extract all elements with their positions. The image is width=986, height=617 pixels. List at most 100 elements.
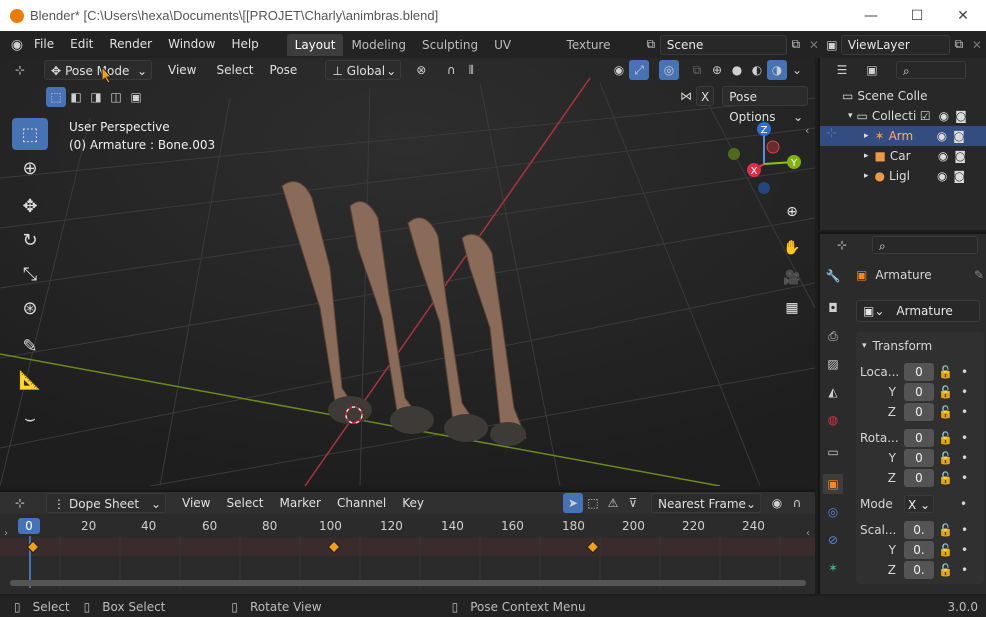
falloff-icon[interactable]: ∩ — [787, 493, 807, 513]
keyframe-dot-icon[interactable]: • — [961, 543, 968, 557]
scene-name-field[interactable]: Scene — [659, 34, 787, 55]
relax-tool-icon[interactable]: ⌣ — [12, 402, 48, 434]
scene-tab-icon[interactable]: ◭ — [823, 382, 843, 402]
select-intersect-icon[interactable]: ▣ — [126, 87, 146, 107]
snap-mode-dropdown[interactable]: Nearest Frame ⌄ — [651, 493, 761, 513]
select-box-tool-icon[interactable]: ⬚ — [12, 118, 48, 150]
scale-y-field[interactable]: 0. — [904, 541, 934, 559]
dope-sheet-mode-dropdown[interactable]: ⋮ Dope Sheet ⌄ — [46, 493, 166, 513]
render-tab-icon[interactable]: ◘ — [823, 298, 843, 318]
tab-layout[interactable]: Layout — [286, 33, 344, 56]
rotate-tool-icon[interactable]: ↻ — [12, 224, 48, 256]
maximize-button[interactable]: ☐ — [894, 0, 940, 31]
eye-icon[interactable]: ◉ — [938, 149, 948, 163]
sidebar-toggle-icon[interactable]: ‹ — [805, 124, 809, 137]
tool-tab-icon[interactable]: 🔧 — [823, 266, 843, 286]
tab-uv-editing[interactable]: UV Editing — [486, 34, 558, 74]
proportional-edit-icon[interactable]: ◉ — [767, 493, 787, 513]
keyframe-dot-icon[interactable]: • — [961, 365, 968, 379]
outliner-row[interactable]: ▭ Scene Colle — [820, 86, 986, 106]
keyframe-dot-icon[interactable]: • — [961, 405, 968, 419]
timeline-scrollbar[interactable] — [10, 580, 806, 586]
keyframe-dot-icon[interactable]: • — [961, 523, 968, 537]
ds-menu-channel[interactable]: Channel — [331, 493, 392, 513]
pin-icon[interactable]: ✎ — [974, 268, 984, 282]
snap-target-icon[interactable]: ⫴ — [461, 60, 481, 80]
eye-icon[interactable]: ◉ — [937, 169, 947, 183]
snap-icon[interactable]: ∩ — [441, 60, 461, 80]
location-y-field[interactable]: 0 — [904, 383, 934, 401]
pivot-point-icon[interactable]: ⊗ — [411, 60, 431, 80]
camera-render-icon[interactable]: ◙ — [954, 149, 966, 163]
keyframe-dot-icon[interactable]: • — [961, 451, 968, 465]
transform-tool-icon[interactable]: ⊛ — [12, 292, 48, 324]
ds-menu-select[interactable]: Select — [220, 493, 269, 513]
scale-z-field[interactable]: 0. — [904, 561, 934, 579]
show-hidden-icon[interactable]: ⬚ — [583, 493, 603, 513]
rotation-z-field[interactable]: 0 — [904, 469, 934, 487]
output-tab-icon[interactable]: ⎙ — [823, 326, 843, 346]
outliner-row[interactable]: ▸ ● Ligl ◉ ◙ — [820, 166, 986, 186]
lock-icon[interactable]: 🔓 — [938, 365, 953, 379]
lock-icon[interactable]: 🔓 — [938, 385, 953, 399]
new-viewlayer-icon[interactable]: ⧉ — [950, 35, 968, 55]
keyframe-dot-icon[interactable]: • — [961, 471, 968, 485]
delete-viewlayer-icon[interactable]: ✕ — [968, 35, 986, 55]
scale-x-field[interactable]: 0. — [904, 521, 934, 539]
select-invert-icon[interactable]: ◫ — [106, 87, 126, 107]
delete-scene-icon[interactable]: ✕ — [805, 35, 823, 55]
shading-wireframe-icon[interactable]: ⊕ — [707, 60, 727, 80]
ds-menu-key[interactable]: Key — [396, 493, 430, 513]
new-scene-icon[interactable]: ⧉ — [787, 35, 805, 55]
gizmo-neg-z-handle[interactable] — [758, 182, 770, 194]
eye-icon[interactable]: ◉ — [937, 129, 947, 143]
location-x-field[interactable]: 0 — [904, 363, 934, 381]
channel-region-toggle-icon[interactable]: › — [4, 528, 8, 539]
camera-view-icon[interactable]: 🎥 — [780, 266, 804, 290]
eye-icon[interactable]: ◉ — [939, 109, 949, 123]
only-selected-icon[interactable]: ➤ — [563, 493, 583, 513]
menu-help[interactable]: Help — [223, 31, 266, 58]
scene-selector-icon[interactable]: ⧉ — [642, 35, 660, 55]
tab-sculpting[interactable]: Sculpting — [414, 34, 486, 56]
location-z-field[interactable]: 0 — [904, 403, 934, 421]
menu-select[interactable]: Select — [210, 60, 259, 80]
viewlayer-selector-icon[interactable]: ▣ — [823, 35, 841, 55]
cursor-tool-icon[interactable]: ⊕ — [12, 152, 48, 184]
rotation-y-field[interactable]: 0 — [904, 449, 934, 467]
measure-tool-icon[interactable]: 📐 — [12, 364, 48, 396]
move-tool-icon[interactable]: ✥ — [12, 190, 48, 222]
menu-window[interactable]: Window — [160, 31, 223, 58]
camera-render-icon[interactable]: ◙ — [955, 109, 967, 123]
mode-dropdown[interactable]: ✥ Pose Mode ⌄ — [44, 60, 152, 80]
3d-viewport[interactable]: ⊹ ✥ Pose Mode ⌄ View Select Pose ⊥ Global … — [0, 58, 815, 486]
minimize-button[interactable]: — — [848, 0, 894, 31]
ds-menu-marker[interactable]: Marker — [274, 493, 327, 513]
tab-modeling[interactable]: Modeling — [343, 34, 414, 56]
select-subtract-icon[interactable]: ◨ — [86, 87, 106, 107]
pose-options-dropdown[interactable]: Pose Options ⌄ — [722, 86, 809, 124]
rotation-mode-dropdown[interactable]: X ⌄ — [904, 495, 934, 513]
menu-view[interactable]: View — [162, 60, 202, 80]
ortho-grid-icon[interactable]: ▦ — [780, 296, 804, 320]
display-mode-icon[interactable]: ▣ — [862, 60, 882, 80]
ds-sidebar-toggle-icon[interactable]: ‹ — [806, 528, 810, 539]
properties-editor[interactable]: ⊹ ⌕ 🔧 ◘ ⎙ ▨ ◭ ◍ ▭ ▣ ◎ ⊘ ✶ ▣ Armature ✎ ▣… — [818, 232, 986, 594]
lock-icon[interactable]: 🔓 — [938, 471, 953, 485]
ds-menu-view[interactable]: View — [176, 493, 216, 513]
x-mirror-button[interactable]: X — [696, 86, 715, 106]
transform-panel-header[interactable]: ▾ Transform — [856, 336, 984, 356]
blender-menu-icon[interactable]: ◉ — [8, 35, 26, 55]
dope-sheet-editor[interactable]: ⊹ ⋮ Dope Sheet ⌄ View Select Marker Chann… — [0, 490, 815, 594]
select-new-icon[interactable]: ⬚ — [46, 87, 66, 107]
outliner-search-field[interactable]: ⌕ — [896, 61, 966, 79]
zoom-icon[interactable]: ⊕ — [780, 200, 804, 224]
editor-type-icon[interactable]: ⊹ — [832, 235, 852, 255]
xray-toggle-icon[interactable]: ⧉ — [687, 60, 707, 80]
shading-options-icon[interactable]: ⌄ — [787, 60, 807, 80]
outliner-row[interactable]: ▾ ▭ Collecti ☑ ◉ ◙ — [820, 106, 986, 126]
shading-material-icon[interactable]: ◐ — [747, 60, 767, 80]
gizmo-neg-x-handle[interactable] — [766, 140, 780, 154]
rotation-x-field[interactable]: 0 — [904, 429, 934, 447]
menu-pose[interactable]: Pose — [264, 60, 304, 80]
